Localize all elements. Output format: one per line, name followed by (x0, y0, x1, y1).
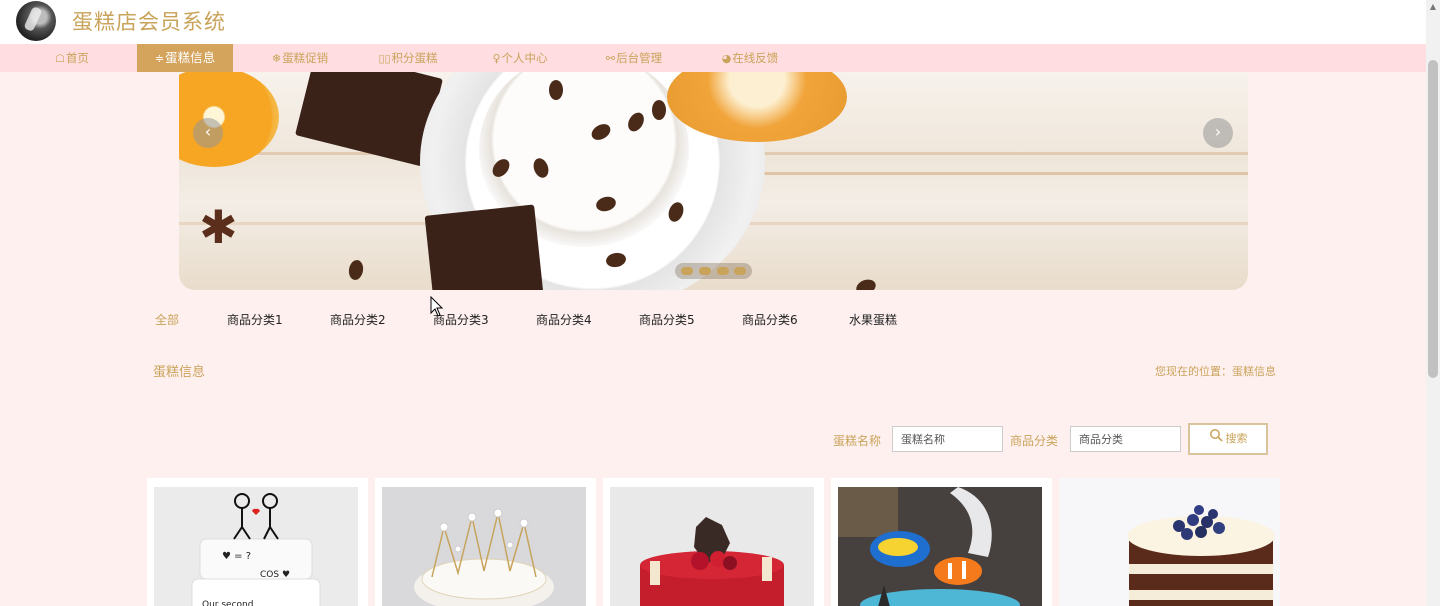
nav-item-home[interactable]: ☖首页 (32, 44, 112, 72)
nav-label: 后台管理 (616, 51, 663, 65)
chocolate-image (424, 204, 544, 290)
nav-label: 积分蛋糕 (391, 51, 438, 65)
home-icon: ☖ (55, 52, 65, 65)
points-icon: ▯▯ (378, 52, 391, 65)
carousel-dot-3[interactable] (717, 267, 729, 275)
wood-grain (739, 172, 1248, 175)
nav-label: 在线反馈 (732, 51, 779, 65)
nav-item-promotion[interactable]: ❄蛋糕促销 (252, 44, 348, 72)
section-title: 蛋糕信息 (153, 365, 206, 380)
svg-text:Our second: Our second (202, 600, 253, 606)
carousel-dot-2[interactable] (699, 267, 711, 275)
category-tab-1[interactable]: 商品分类1 (227, 311, 283, 328)
site-title: 蛋糕店会员系统 (72, 10, 226, 34)
nav-item-admin[interactable]: ⚯后台管理 (586, 44, 682, 72)
category-tab-fruit[interactable]: 水果蛋糕 (849, 311, 897, 328)
ocean-fish-cake-image[interactable] (838, 487, 1042, 606)
search-button-label: 搜索 (1225, 432, 1248, 445)
product-card[interactable] (375, 478, 596, 606)
snowflake-icon: ❄ (271, 52, 282, 65)
product-card[interactable] (831, 478, 1052, 606)
list-icon: ≑ (154, 52, 165, 65)
banner-carousel[interactable]: ✱ ‹ › (179, 72, 1248, 290)
chat-icon: ◕ (721, 52, 732, 65)
cake-name-input[interactable] (892, 426, 1003, 452)
link-icon: ⚯ (605, 52, 616, 65)
avatar-logo-icon[interactable] (16, 1, 56, 41)
product-card[interactable] (1059, 478, 1280, 606)
nav-label: 蛋糕促销 (282, 51, 329, 65)
stick-figure-cake-image[interactable]: ♥ = ? COS ♥ Our second (154, 487, 358, 606)
carousel-dot-4[interactable] (734, 267, 746, 275)
category-tab-2[interactable]: 商品分类2 (330, 311, 386, 328)
coffee-bean (854, 277, 878, 290)
nav-item-cake-info[interactable]: ≑蛋糕信息 (137, 44, 233, 72)
svg-text:♥ = ?: ♥ = ? (222, 551, 251, 562)
category-label: 商品分类 (1010, 434, 1059, 448)
category-tab-all[interactable]: 全部 (155, 311, 179, 328)
category-tab-5[interactable]: 商品分类5 (639, 311, 695, 328)
nav-label: 个人中心 (501, 51, 548, 65)
carousel-indicators (675, 263, 752, 279)
search-icon (1209, 425, 1223, 453)
main-nav: ☖首页 ≑蛋糕信息 ❄蛋糕促销 ▯▯积分蛋糕 ♀个人中心 ⚯后台管理 ◕在线反馈 (0, 44, 1426, 72)
nav-label: 首页 (65, 51, 89, 65)
coffee-bean (652, 100, 666, 120)
carousel-dot-1[interactable] (681, 267, 693, 275)
site-header: 蛋糕店会员系统 (0, 0, 1426, 44)
star-anise-image: ✱ (199, 200, 238, 254)
nav-item-points-cake[interactable]: ▯▯积分蛋糕 (360, 44, 456, 72)
carousel-next-button[interactable]: › (1203, 118, 1233, 148)
breadcrumb: 您现在的位置：蛋糕信息 (1155, 365, 1276, 378)
nav-item-feedback[interactable]: ◕在线反馈 (702, 44, 798, 72)
coffee-bean (347, 258, 365, 282)
mouse-cursor-icon (430, 295, 444, 322)
product-card[interactable] (603, 478, 824, 606)
user-icon: ♀ (492, 52, 501, 65)
nav-item-profile[interactable]: ♀个人中心 (472, 44, 568, 72)
scroll-up-icon[interactable]: ▲ (1426, 0, 1440, 14)
page-scrollbar[interactable]: ▲ (1426, 0, 1440, 606)
cake-name-label: 蛋糕名称 (833, 434, 882, 448)
pearl-crown-cake-image[interactable] (382, 487, 586, 606)
berry-mousse-cake-image[interactable] (610, 487, 814, 606)
svg-text:COS ♥: COS ♥ (260, 570, 290, 580)
category-input[interactable] (1070, 426, 1181, 452)
blueberry-naked-cake-image[interactable] (1059, 478, 1280, 606)
nav-label: 蛋糕信息 (165, 50, 216, 65)
category-tab-6[interactable]: 商品分类6 (742, 311, 798, 328)
category-tab-4[interactable]: 商品分类4 (536, 311, 592, 328)
scrollbar-thumb[interactable] (1428, 60, 1438, 378)
search-button[interactable]: 搜索 (1188, 423, 1268, 455)
product-card[interactable]: ♥ = ? COS ♥ Our second (147, 478, 368, 606)
coffee-bean (549, 80, 563, 100)
carousel-prev-button[interactable]: ‹ (193, 118, 223, 148)
